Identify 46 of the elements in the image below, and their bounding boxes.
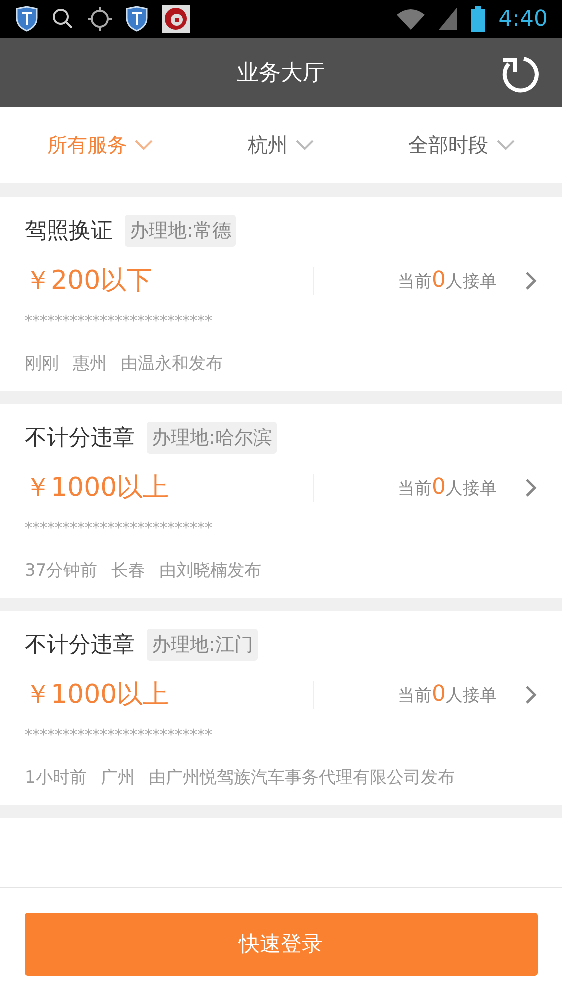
masked-detail: ************************* xyxy=(25,519,214,537)
publisher: 由温永和发布 xyxy=(121,353,223,375)
location-tag: 办理地:常德 xyxy=(125,215,236,247)
chevron-down-icon xyxy=(135,140,154,150)
taker-count: 当前0人接单 xyxy=(398,682,497,707)
chevron-down-icon xyxy=(496,140,515,150)
app-icon xyxy=(162,5,190,33)
price: ￥1000以上 xyxy=(25,679,170,712)
page-title: 业务大厅 xyxy=(237,60,325,88)
service-title: 不计分违章 xyxy=(25,632,135,660)
masked-detail: ************************* xyxy=(25,312,214,330)
filter-dropdown[interactable]: 全部时段 xyxy=(408,132,515,158)
shield-icon xyxy=(126,6,148,32)
service-title: 不计分违章 xyxy=(25,425,135,453)
taker-count: 当前0人接单 xyxy=(398,268,497,293)
location-tag: 办理地:哈尔滨 xyxy=(147,422,278,454)
chevron-right-icon xyxy=(525,684,537,704)
chevron-down-icon xyxy=(296,140,314,150)
battery-icon xyxy=(470,6,485,32)
service-title: 驾照换证 xyxy=(25,218,113,246)
search-icon xyxy=(52,8,74,30)
taker-count: 当前0人接单 xyxy=(398,475,497,500)
city: 惠州 xyxy=(73,353,107,375)
signal-icon xyxy=(438,8,457,30)
shield-icon xyxy=(16,6,38,32)
refresh-icon[interactable] xyxy=(500,54,540,94)
city: 长春 xyxy=(112,560,146,582)
clock-time: 4:40 xyxy=(498,6,548,32)
order-card[interactable]: 驾照换证 办理地:常德 ￥200以下 当前0人接单 ************************* 刚刚 惠州 由温永和发布 xyxy=(0,197,562,391)
chevron-right-icon xyxy=(525,270,537,290)
masked-detail: ************************* xyxy=(25,726,214,744)
price: ￥200以下 xyxy=(25,265,154,298)
filter-dropdown[interactable]: 杭州 xyxy=(248,132,314,158)
post-time: 刚刚 xyxy=(25,353,59,375)
publisher: 由刘晓楠发布 xyxy=(160,560,262,582)
order-card[interactable]: 不计分违章 办理地:江门 ￥1000以上 当前0人接单 ************************* 1小时前 广州 由广州悦驾族汽车事务代理有限公司发布 xyxy=(0,611,562,805)
post-time: 1小时前 xyxy=(25,767,87,789)
city: 广州 xyxy=(100,767,135,789)
wifi-icon xyxy=(396,8,425,30)
chevron-right-icon xyxy=(525,478,537,498)
publisher: 由广州悦驾族汽车事务代理有限公司发布 xyxy=(148,767,455,789)
crosshair-icon xyxy=(88,7,112,31)
price: ￥1000以上 xyxy=(25,472,170,505)
order-card[interactable]: 不计分违章 办理地:哈尔滨 ￥1000以上 当前0人接单 ************************* 37分钟前 长春 由刘晓楠发布 xyxy=(0,404,562,598)
location-tag: 办理地:江门 xyxy=(147,629,258,661)
post-time: 37分钟前 xyxy=(25,560,98,582)
